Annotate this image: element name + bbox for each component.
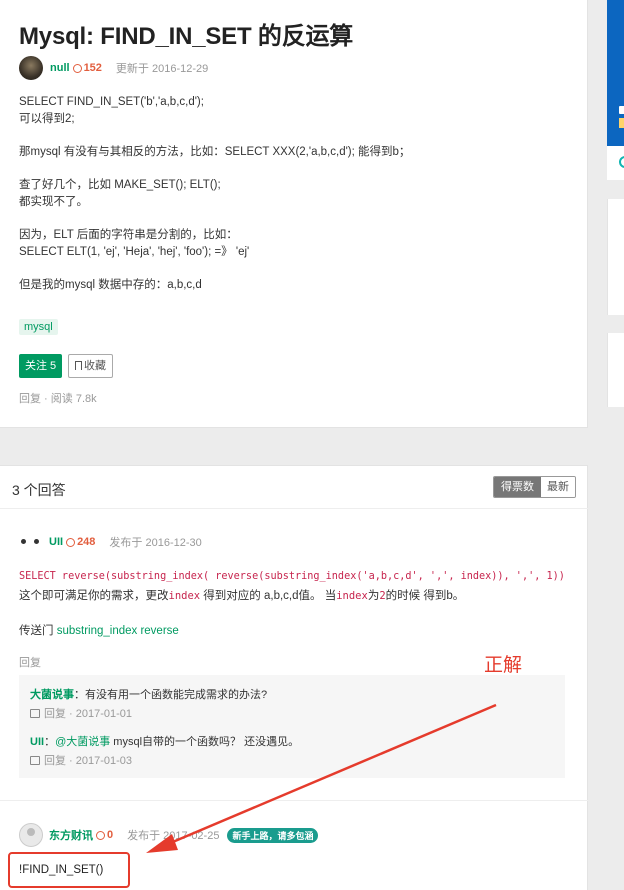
annotation-arrow: [146, 703, 497, 853]
annotation-highlight-box: [8, 852, 130, 888]
